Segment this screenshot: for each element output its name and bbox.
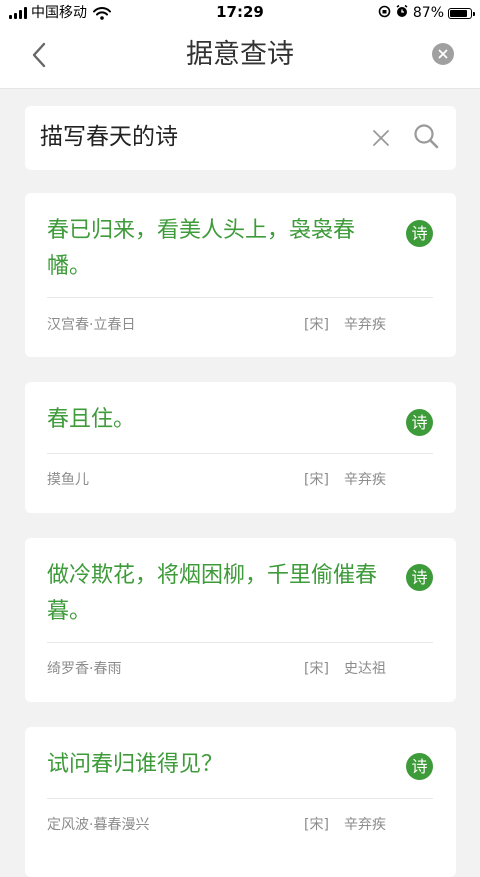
poem-line: 春且住。 (47, 407, 136, 432)
result-card[interactable]: 春已归来，看美人头上，袅袅春幡。 诗 汉宫春·立春日 [宋] 辛弃疾 (25, 193, 456, 357)
divider (47, 798, 433, 799)
poem-dynasty: [宋] (304, 317, 329, 333)
close-icon (438, 49, 448, 59)
poem-dynasty: [宋] (304, 817, 329, 833)
poem-title: 汉宫春·立春日 (47, 317, 136, 333)
poem-title: 绮罗香·春雨 (47, 661, 122, 677)
poem-dynasty: [宋] (304, 661, 329, 677)
poem-author: 辛弃疾 (344, 817, 386, 833)
divider (47, 297, 433, 298)
poem-author: 辛弃疾 (344, 317, 386, 333)
alarm-icon (395, 4, 409, 22)
poem-badge: 诗 (406, 220, 433, 247)
poem-badge: 诗 (406, 564, 433, 591)
poem-line: 试问春归谁得见？ (47, 752, 224, 777)
poem-author: 史达祖 (344, 661, 386, 677)
status-bar: 中国移动 17:29 87% (0, 0, 480, 26)
poem-badge: 诗 (406, 409, 433, 436)
nav-bar: 据意查诗 (0, 26, 480, 89)
clear-button[interactable] (368, 125, 394, 151)
poem-line: 做冷欺花，将烟困柳，千里偷催春暮。 (47, 563, 378, 624)
search-icon[interactable] (412, 122, 442, 152)
poem-author: 辛弃疾 (344, 472, 386, 488)
rotation-lock-icon (378, 5, 391, 22)
battery-icon (448, 7, 475, 19)
divider (47, 453, 433, 454)
result-card[interactable]: 做冷欺花，将烟困柳，千里偷催春暮。 诗 绮罗香·春雨 [宋] 史达祖 (25, 538, 456, 702)
battery-percent: 87% (412, 5, 444, 21)
result-card[interactable]: 试问春归谁得见？ 诗 定风波·暮春漫兴 [宋] 辛弃疾 (25, 727, 456, 877)
status-right: 87% (378, 3, 475, 23)
poem-line: 春已归来，看美人头上，袅袅春幡。 (47, 218, 356, 279)
divider (47, 642, 433, 643)
search-input[interactable]: 描写春天的诗 (40, 122, 178, 152)
close-button[interactable] (432, 43, 454, 65)
result-card[interactable]: 春且住。 诗 摸鱼儿 [宋] 辛弃疾 (25, 382, 456, 513)
poem-dynasty: [宋] (304, 472, 329, 488)
clear-icon (373, 130, 389, 146)
search-box: 描写春天的诗 (25, 106, 456, 170)
poem-badge: 诗 (406, 753, 433, 780)
page-title: 据意查诗 (186, 39, 294, 70)
poem-title: 定风波·暮春漫兴 (47, 817, 150, 833)
poem-title: 摸鱼儿 (47, 472, 89, 488)
